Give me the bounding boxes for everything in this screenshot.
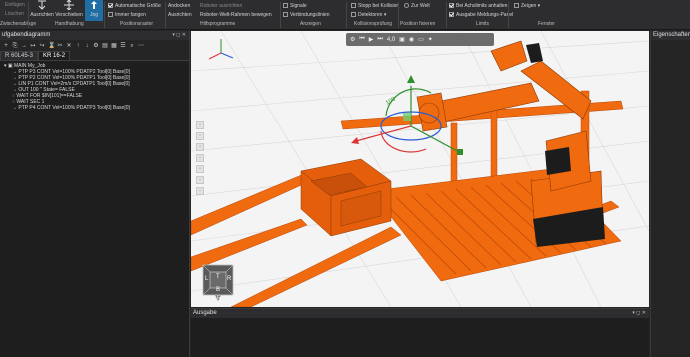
rewind-icon[interactable]: ⏮ <box>359 36 364 43</box>
paste-button[interactable]: Einfügen <box>5 2 25 9</box>
task-diagram-title: ufgabendiagramm ▾ ◻ ✕ <box>0 31 189 40</box>
expand-icon[interactable]: ▤ <box>102 43 108 49</box>
step-forward-icon[interactable]: ⏭ <box>377 36 382 43</box>
jog-button[interactable]: Jog <box>85 0 103 21</box>
move-up-icon[interactable]: ↑ <box>75 43 81 49</box>
wait-icon[interactable]: ⌛ <box>48 43 55 49</box>
record-icon[interactable]: ◉ <box>409 36 414 43</box>
camera-icon[interactable]: ▣ <box>399 36 405 43</box>
dock-button[interactable]: Andocken <box>168 3 190 10</box>
viewport-side-buttons: ▫ ▫ ▫ ▫ ▫ ▫ ▫ <box>196 121 205 198</box>
to-world-radio[interactable]: Zur Welt <box>404 3 430 10</box>
panel-controls[interactable]: ▾ ◻ ✕ <box>632 309 646 318</box>
properties-title: Eigenschaften <box>651 31 690 40</box>
align-big-label: Ausrichten <box>30 12 54 18</box>
group-grid-label: Positionsraster <box>120 21 154 27</box>
signals-check[interactable]: Signale <box>283 3 307 10</box>
copy-icon[interactable]: ⎘ <box>12 43 18 49</box>
svg-text:100: 100 <box>385 96 397 107</box>
cut-icon[interactable]: ✂ <box>57 43 63 49</box>
output-panel-check[interactable]: Ausgabe Meldungs-Panel <box>449 12 513 19</box>
view-button[interactable]: ▫ <box>196 154 204 162</box>
list-icon[interactable]: ☰ <box>120 43 126 49</box>
view-button[interactable]: ▫ <box>196 132 204 140</box>
tab-robot-1[interactable]: R 60L45-3 <box>0 51 39 60</box>
app-window: Einfügen Löschen Zwischenablage Ausricht… <box>0 0 690 357</box>
scene-graphic: 100 <box>191 31 649 307</box>
view-button[interactable]: ▫ <box>196 121 204 129</box>
add-icon[interactable]: + <box>3 43 9 49</box>
task-toolbar: + ⎘ → ↦ ↪ ⌛ ✂ ✕ ↑ ↓ ⚙ ▤ ▦ ☰ ⌕ ⋯ <box>0 40 189 51</box>
speed-value: 4,0 <box>386 36 396 43</box>
arrow-in-icon[interactable]: ↦ <box>30 43 36 49</box>
move-label: Verschieben <box>55 12 83 18</box>
view-button[interactable]: ▫ <box>196 176 204 184</box>
arrow-curve-icon[interactable]: ↪ <box>39 43 45 49</box>
connection-lines-check[interactable]: Verbindungslinien <box>283 12 329 19</box>
3d-viewport[interactable]: 100 ⚙ ⏮ ▶ ⏭ 4,0 ▣ ◉ ▭ ✦ ▫ ▫ ▫ ▫ ▫ ▫ ▫ T … <box>191 31 649 307</box>
group-handling-label: Handhabung <box>55 21 84 27</box>
stop-at-axis-limits-check[interactable]: Bei Achslimits anhalten <box>449 3 507 10</box>
auto-size-check[interactable]: Automatische Größe <box>108 3 161 10</box>
group-window-label: Fenster <box>538 21 555 27</box>
view-button[interactable]: ▫ <box>196 143 204 151</box>
align-button[interactable]: Ausrichten <box>168 12 192 19</box>
group-fix-position-label: Position fixieren <box>400 21 436 27</box>
view-button[interactable]: ▫ <box>196 187 204 195</box>
navcube-right[interactable]: R <box>227 276 231 282</box>
navcube-front[interactable]: F <box>217 295 220 301</box>
panel-controls[interactable]: ▾ ◻ ✕ <box>172 31 186 40</box>
program-tree: ▾ ▣ MAIN My_Job → PTP P3 CONT Vel=100% P… <box>0 61 189 111</box>
group-clipboard-label: Zwischenablage <box>0 21 37 27</box>
navcube-bottom[interactable]: B <box>216 287 220 293</box>
move-down-icon[interactable]: ↓ <box>84 43 90 49</box>
output-title: Ausgabe ▾ ◻ ✕ <box>191 309 649 318</box>
task-diagram-panel: ufgabendiagramm ▾ ◻ ✕ + ⎘ → ↦ ↪ ⌛ ✂ ✕ ↑ … <box>0 31 190 357</box>
align-icon <box>38 0 46 10</box>
navcube-top[interactable]: T <box>216 274 220 280</box>
tree-row[interactable]: → PTP P4 CONT Vel=100% PDATP3 Tool[0] Ba… <box>0 105 189 111</box>
group-utilities-label: Hilfsprogramme <box>200 21 236 27</box>
group-display-label: Anzeigen <box>300 21 321 27</box>
navcube-left[interactable]: L <box>205 276 208 282</box>
detectors-dropdown[interactable]: Detektoren ▾ <box>351 12 386 19</box>
move-icon <box>64 0 74 11</box>
jog-icon <box>91 1 97 9</box>
robot-tabs: R 60L45-3 KR 16-2 <box>0 51 189 61</box>
show-dropdown[interactable]: Zeigen ▾ <box>514 3 540 10</box>
playback-toolbar: ⚙ ⏮ ▶ ⏭ 4,0 ▣ ◉ ▭ ✦ <box>346 33 494 46</box>
group-limits-label: Limits <box>476 21 490 27</box>
always-snap-check[interactable]: Immer fangen <box>108 12 146 19</box>
delete-icon[interactable]: ✕ <box>66 43 72 49</box>
search-icon[interactable]: ⌕ <box>129 43 135 49</box>
more-icon[interactable]: ⋯ <box>138 43 144 49</box>
gear-icon[interactable]: ⚙ <box>93 43 99 49</box>
move-button[interactable]: Verschieben <box>55 0 83 21</box>
ribbon: Einfügen Löschen Zwischenablage Ausricht… <box>0 0 690 30</box>
arrow-right-icon[interactable]: → <box>21 43 27 49</box>
view-button[interactable]: ▫ <box>196 165 204 173</box>
navigation-cube[interactable]: T L R B F <box>197 263 241 303</box>
settings-icon[interactable]: ▦ <box>111 43 117 49</box>
align-big-button[interactable]: Ausrichten <box>30 0 54 21</box>
delete-button[interactable]: Löschen <box>5 11 24 18</box>
output-panel: Ausgabe ▾ ◻ ✕ <box>191 308 649 357</box>
play-icon[interactable]: ▶ <box>369 36 374 43</box>
tools-icon[interactable]: ✦ <box>428 36 433 43</box>
jog-label: Jog <box>89 12 99 18</box>
stop-on-collision-check[interactable]: Stopp bei Kollision <box>351 3 399 10</box>
layout-icon[interactable]: ▭ <box>418 36 424 43</box>
tab-robot-2[interactable]: KR 16-2 <box>38 51 71 60</box>
settings-icon[interactable]: ⚙ <box>350 36 355 43</box>
robot-align-button[interactable]: Roboter ausrichten <box>200 3 242 10</box>
properties-panel: Eigenschaften <box>650 31 690 357</box>
robot-world-frame-button[interactable]: Roboter-Welt-Rahmen bewegen <box>200 12 272 19</box>
group-collision-label: Kollisionsprüfung <box>354 21 393 27</box>
